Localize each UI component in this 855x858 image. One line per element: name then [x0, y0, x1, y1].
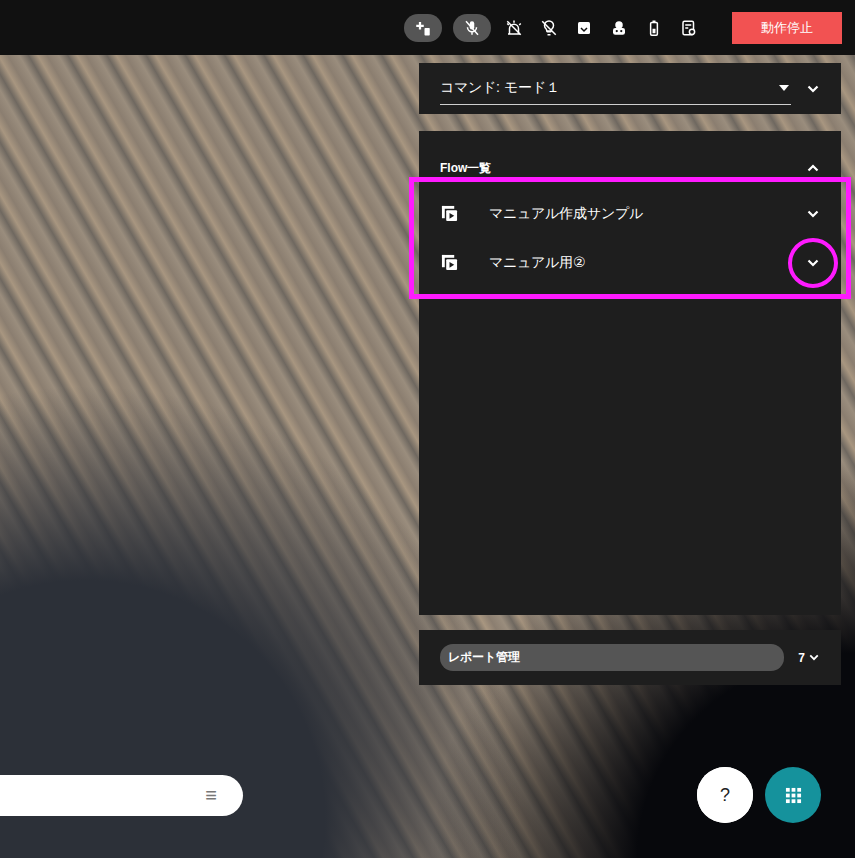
- flow-play-icon: [441, 254, 458, 271]
- report-icon: [680, 19, 698, 37]
- bottom-input-bar[interactable]: ≡: [0, 775, 243, 816]
- command-select[interactable]: コマンド: モード１: [440, 73, 791, 105]
- camera-view: コマンド: モード１ Flow一覧マニュアル作成サンプルマニュアル用② レポート管理…: [0, 55, 855, 858]
- chevron-icon[interactable]: [807, 210, 819, 218]
- add-device-icon: [414, 19, 432, 37]
- box-button[interactable]: [572, 14, 596, 42]
- report-button[interactable]: [677, 14, 701, 42]
- command-label: コマンド: モード１: [440, 79, 779, 97]
- flow-name: マニュアル作成サンプル: [489, 205, 807, 223]
- bulb-off-icon: [540, 19, 558, 37]
- app-screen: 動作停止コマンド: モード１ Flow一覧マニュアル作成サンプルマニュアル用② レポ…: [0, 0, 855, 858]
- help-button[interactable]: ?: [697, 767, 753, 823]
- command-panel: コマンド: モード１: [419, 63, 841, 114]
- stop-button[interactable]: 動作停止: [732, 12, 842, 44]
- robot-icon: [610, 19, 628, 37]
- mic-off-icon: [463, 19, 481, 37]
- flow-panel-title: Flow一覧: [440, 160, 491, 177]
- robot-button[interactable]: [607, 14, 631, 42]
- bulb-off-button[interactable]: [537, 14, 561, 42]
- alarm-off-button[interactable]: [502, 14, 526, 42]
- flow-panel-header: Flow一覧: [419, 131, 819, 185]
- flow-name: マニュアル用②: [489, 254, 807, 272]
- dropdown-caret-icon: [779, 85, 789, 91]
- battery-button[interactable]: [642, 14, 666, 42]
- mic-off-button[interactable]: [453, 14, 491, 42]
- bottom-row: ≡?: [0, 767, 855, 858]
- box-icon: [575, 19, 593, 37]
- report-panel: レポート管理 7: [419, 630, 841, 685]
- flow-item[interactable]: マニュアル作成サンプル: [419, 189, 819, 238]
- flow-item[interactable]: マニュアル用②: [419, 238, 819, 287]
- chevron-icon[interactable]: [807, 259, 819, 267]
- floating-buttons: ?: [697, 767, 821, 823]
- flow-play-icon: [441, 205, 458, 222]
- report-count: 7: [798, 651, 805, 665]
- chevron-icon[interactable]: [807, 164, 819, 172]
- add-button[interactable]: [404, 14, 442, 42]
- alarm-off-icon: [505, 19, 523, 37]
- grid-icon: [785, 787, 802, 804]
- flow-panel: Flow一覧マニュアル作成サンプルマニュアル用②: [419, 131, 841, 615]
- chevron-icon[interactable]: [807, 85, 819, 93]
- flow-list: マニュアル作成サンプルマニュアル用②: [419, 189, 819, 287]
- report-label[interactable]: レポート管理: [440, 644, 784, 671]
- side-panel: コマンド: モード１ Flow一覧マニュアル作成サンプルマニュアル用② レポート管理…: [419, 63, 841, 685]
- top-toolbar: 動作停止: [0, 0, 855, 55]
- annotation-box: [409, 177, 851, 299]
- apps-button[interactable]: [765, 767, 821, 823]
- battery-icon: [645, 19, 663, 37]
- annotation-circle: [788, 238, 838, 288]
- menu-icon[interactable]: ≡: [205, 784, 217, 807]
- chevron-icon[interactable]: [809, 654, 819, 661]
